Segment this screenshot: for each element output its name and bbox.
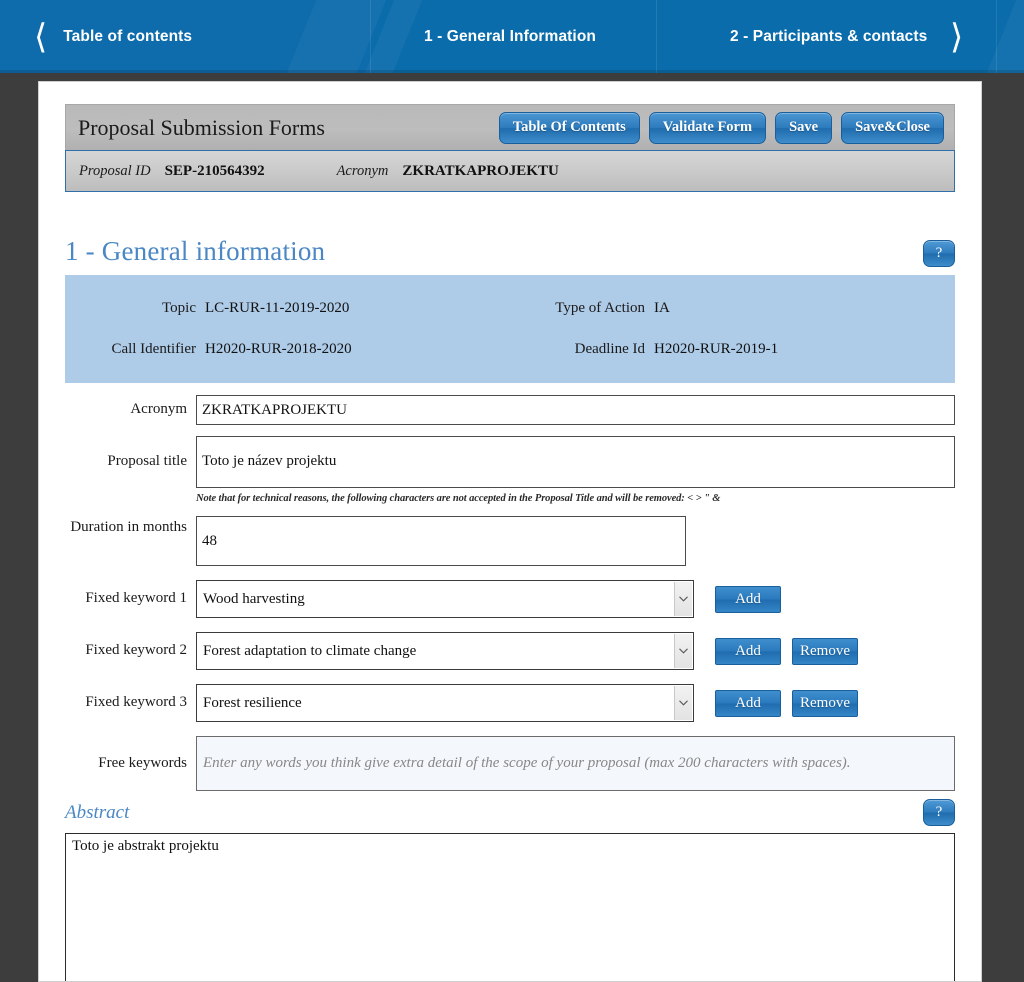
chevron-down-icon[interactable] — [674, 582, 692, 616]
topic-info-panel: Topic LC-RUR-11-2019-2020 Type of Action… — [65, 275, 955, 383]
fixed-keyword-3-row: Fixed keyword 3 Forest resilience Add Re… — [65, 684, 955, 722]
fixed-keyword-2-value: Forest adaptation to climate change — [203, 642, 417, 659]
chevron-down-icon[interactable] — [674, 686, 692, 720]
free-keywords-label: Free keywords — [98, 755, 187, 771]
keyword-3-buttons: Add Remove — [715, 689, 858, 717]
keyword-2-buttons: Add Remove — [715, 637, 858, 665]
acronym-input[interactable] — [196, 395, 955, 425]
save-and-close-button[interactable]: Save&Close — [841, 111, 944, 144]
topic-row: Topic LC-RUR-11-2019-2020 Type of Action… — [65, 288, 955, 329]
form-toolbar: Proposal Submission Forms Table Of Conte… — [65, 104, 955, 150]
free-keywords-row: Free keywords Enter any words you think … — [65, 736, 955, 791]
nav-table-of-contents[interactable]: ⟨ Table of contents — [34, 0, 192, 73]
chevron-right-icon[interactable]: ⟩ — [950, 20, 963, 54]
duration-label: Duration in months — [70, 519, 187, 535]
remove-keyword-2-button[interactable]: Remove — [792, 637, 858, 665]
add-keyword-3-button[interactable]: Add — [715, 689, 781, 717]
abstract-title: Abstract — [65, 801, 130, 823]
nav-divider — [370, 0, 371, 73]
acronym-row: Acronym — [65, 395, 955, 425]
add-keyword-1-button[interactable]: Add — [715, 585, 781, 613]
add-keyword-2-button[interactable]: Add — [715, 637, 781, 665]
top-navigation-bar: ⟨ Table of contents 1 - General Informat… — [0, 0, 1024, 73]
nav-divider — [996, 0, 997, 73]
section-header: 1 - General information ? — [65, 236, 955, 267]
page-title: 1 - General information — [65, 236, 326, 266]
type-of-action-label: Type of Action — [555, 300, 645, 316]
fixed-keyword-2-label: Fixed keyword 2 — [85, 642, 187, 659]
form-page: Proposal Submission Forms Table Of Conte… — [38, 81, 982, 982]
fixed-keyword-2-row: Fixed keyword 2 Forest adaptation to cli… — [65, 632, 955, 670]
deadline-id-label: Deadline Id — [574, 341, 645, 357]
nav-next-button[interactable]: ⟩ — [950, 0, 963, 73]
deadline-id-value: H2020-RUR-2019-1 — [654, 341, 779, 357]
duration-input[interactable] — [196, 516, 686, 566]
nav-tab-general-information[interactable]: 1 - General Information — [424, 0, 596, 73]
abstract-header: Abstract ? — [65, 799, 955, 826]
call-identifier-row: Call Identifier H2020-RUR-2018-2020 Dead… — [65, 329, 955, 370]
toolbar-button-group: Table Of Contents Validate Form Save Sav… — [498, 111, 944, 144]
table-of-contents-button[interactable]: Table Of Contents — [498, 111, 640, 144]
fixed-keyword-1-row: Fixed keyword 1 Wood harvesting Add — [65, 580, 955, 618]
proposal-title-row: Proposal title Toto je název projektu No… — [65, 436, 955, 504]
nav-current-label: 1 - General Information — [424, 27, 596, 45]
nav-next-label: 2 - Participants & contacts — [730, 27, 928, 45]
proposal-id-value: SEP-210564392 — [164, 162, 265, 179]
nav-decorative-streak — [975, 0, 1024, 73]
topic-value: LC-RUR-11-2019-2020 — [205, 300, 350, 316]
document-viewport: Proposal Submission Forms Table Of Conte… — [0, 73, 1024, 982]
type-of-action-value: IA — [654, 300, 670, 316]
proposal-title-label: Proposal title — [107, 453, 187, 469]
help-button-abstract[interactable]: ? — [923, 799, 955, 826]
fixed-keyword-1-value: Wood harvesting — [203, 590, 305, 607]
duration-row: Duration in months — [65, 516, 955, 566]
proposal-acronym-value: ZKRATKAPROJEKTU — [402, 162, 559, 179]
validate-form-button[interactable]: Validate Form — [648, 111, 767, 144]
chevron-down-icon[interactable] — [674, 634, 692, 668]
remove-keyword-3-button[interactable]: Remove — [792, 689, 858, 717]
nav-tab-participants-contacts[interactable]: 2 - Participants & contacts — [730, 0, 927, 73]
proposal-id-label: Proposal ID — [79, 162, 151, 179]
call-identifier-label: Call Identifier — [111, 341, 196, 357]
form-title: Proposal Submission Forms — [78, 114, 325, 140]
proposal-identification-bar: Proposal ID SEP-210564392 Acronym ZKRATK… — [65, 150, 955, 192]
save-button[interactable]: Save — [775, 111, 833, 144]
abstract-input[interactable]: Toto je abstrakt projektu — [65, 833, 955, 981]
fixed-keyword-2-select[interactable]: Forest adaptation to climate change — [196, 632, 694, 670]
proposal-title-input[interactable]: Toto je název projektu — [196, 436, 955, 488]
fixed-keyword-3-value: Forest resilience — [203, 694, 302, 711]
fixed-keyword-3-select[interactable]: Forest resilience — [196, 684, 694, 722]
help-button-general-information[interactable]: ? — [923, 240, 955, 267]
nav-divider — [656, 0, 657, 73]
fixed-keyword-3-label: Fixed keyword 3 — [85, 694, 187, 711]
keyword-1-buttons: Add — [715, 585, 781, 613]
proposal-acronym-label: Acronym — [336, 162, 389, 179]
free-keywords-input[interactable]: Enter any words you think give extra det… — [196, 736, 955, 791]
nav-toc-label: Table of contents — [63, 27, 193, 45]
fixed-keyword-1-select[interactable]: Wood harvesting — [196, 580, 694, 618]
topic-label: Topic — [162, 300, 196, 316]
acronym-label: Acronym — [130, 401, 187, 417]
proposal-title-note: Note that for technical reasons, the fol… — [196, 493, 721, 504]
fixed-keyword-1-label: Fixed keyword 1 — [85, 590, 187, 607]
chevron-left-icon[interactable]: ⟨ — [34, 20, 47, 54]
call-identifier-value: H2020-RUR-2018-2020 — [205, 341, 352, 357]
free-keywords-placeholder: Enter any words you think give extra det… — [203, 755, 851, 771]
